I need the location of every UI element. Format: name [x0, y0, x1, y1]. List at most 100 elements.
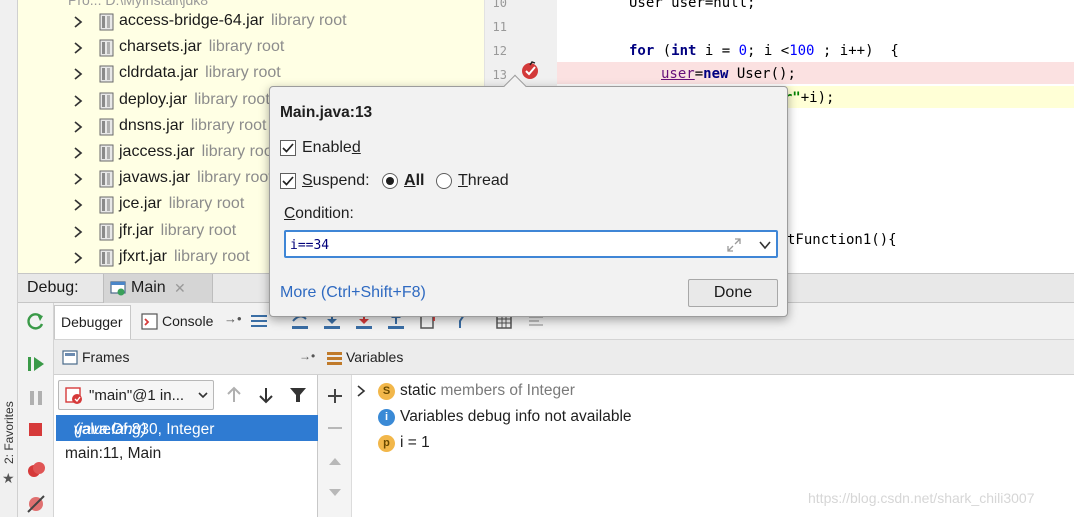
resume-icon[interactable]: [25, 353, 47, 375]
run-config-tab-main[interactable]: Main ✕: [103, 274, 213, 303]
condition-field[interactable]: [284, 230, 778, 258]
breakpoint-icon[interactable]: [520, 61, 540, 81]
menu-icon[interactable]: [249, 311, 269, 331]
chevron-right-icon[interactable]: [356, 385, 366, 397]
line-number: 13: [492, 68, 507, 82]
add-watch-icon[interactable]: [326, 387, 344, 405]
tab-debugger-label: Debugger: [61, 314, 123, 330]
line-number: 10: [492, 0, 507, 10]
chevron-right-icon[interactable]: [71, 94, 85, 108]
pin-icon[interactable]: →•: [224, 311, 242, 326]
variable-text: static members of Integer: [400, 382, 575, 399]
variable-text: Variables debug info not available: [400, 408, 632, 425]
debug-left-toolbar: [18, 303, 54, 517]
move-down-icon[interactable]: [326, 483, 344, 501]
variables-title: Variables: [346, 349, 404, 365]
chevron-right-icon[interactable]: [71, 198, 85, 212]
tree-item-label: dnsns.jar library root: [119, 116, 267, 134]
breakpoint-popup: Main.java:13 Enabled Suspend: All Thread…: [269, 74, 788, 317]
move-up-icon[interactable]: [326, 453, 344, 471]
expand-icon[interactable]: [726, 237, 742, 253]
run-tab-label: Main: [131, 279, 166, 296]
tree-top-row[interactable]: Pro... D:\MyInstall\jdk8: [68, 0, 208, 8]
variable-row[interactable]: p i = 1: [352, 431, 1072, 457]
remove-watch-icon[interactable]: [326, 419, 344, 437]
code-line-bottom: tFunction1(){: [787, 232, 897, 248]
thread-select[interactable]: "main"@1 in...: [58, 380, 214, 410]
chevron-right-icon[interactable]: [71, 146, 85, 160]
more-link[interactable]: More (Ctrl+Shift+F8): [280, 284, 426, 302]
tree-item[interactable]: access-bridge-64.jar library root: [18, 10, 484, 36]
jar-icon: [99, 144, 114, 162]
frame-row[interactable]: valueOf:830, Integer (java.lang): [56, 415, 318, 441]
favorites-label: 2: Favorites: [2, 401, 16, 464]
close-icon[interactable]: ✕: [174, 280, 186, 297]
popup-title: Main.java:13: [280, 104, 373, 121]
rerun-icon[interactable]: [25, 311, 47, 333]
variable-row[interactable]: i Variables debug info not available: [352, 405, 1072, 431]
breakpoint-line-highlight: [557, 62, 1074, 84]
chevron-right-icon[interactable]: [71, 120, 85, 134]
jar-icon: [99, 118, 114, 136]
favorites-tab[interactable]: 2: Favorites: [1, 395, 17, 465]
favorites-strip: 2: Favorites ★: [0, 0, 18, 517]
jar-icon: [99, 170, 114, 188]
primitive-icon: p: [378, 435, 395, 452]
tree-item-label: jce.jar library root: [119, 195, 245, 213]
jar-icon: [99, 92, 114, 110]
variable-row[interactable]: S static members of Integer: [352, 379, 1072, 405]
arrow-down-icon[interactable]: [256, 384, 276, 406]
suspend-checkbox[interactable]: [280, 173, 296, 189]
jar-icon: [99, 196, 114, 214]
thread-icon: [65, 387, 82, 404]
mute-breakpoints-icon[interactable]: [25, 493, 47, 515]
suspend-label[interactable]: Suspend:: [302, 172, 370, 190]
frames-pane: Frames →• "main"@1 in... valueOf:830, In…: [54, 340, 318, 517]
code-line-13: user=new User();: [661, 66, 796, 82]
suspend-all-label[interactable]: All: [404, 172, 424, 190]
filter-icon[interactable]: [288, 384, 308, 406]
tab-debugger[interactable]: Debugger: [54, 305, 131, 339]
pause-icon[interactable]: [25, 387, 47, 409]
chevron-right-icon[interactable]: [71, 15, 85, 29]
stop-icon[interactable]: [25, 419, 47, 441]
tree-item-label: jfxrt.jar library root: [119, 247, 250, 265]
done-button[interactable]: Done: [688, 279, 778, 307]
chevron-down-icon[interactable]: [758, 239, 772, 251]
chevron-right-icon[interactable]: [71, 67, 85, 81]
arrow-up-icon[interactable]: [224, 384, 244, 406]
suspend-all-radio[interactable]: [382, 173, 398, 189]
tab-console[interactable]: Console →•: [136, 305, 242, 339]
chevron-right-icon[interactable]: [71, 172, 85, 186]
star-icon[interactable]: ★: [2, 470, 15, 487]
code-line-12: for (int i = 0; i <100 ; i++) {: [629, 43, 899, 59]
console-icon: [141, 313, 158, 330]
view-breakpoints-icon[interactable]: [25, 459, 47, 481]
jar-icon: [99, 249, 114, 267]
tree-item-label: jfr.jar library root: [119, 221, 237, 239]
tree-item[interactable]: charsets.jar library root: [18, 36, 484, 62]
chevron-right-icon[interactable]: [71, 225, 85, 239]
tree-item-label: javaws.jar library root: [119, 169, 273, 187]
chevron-right-icon[interactable]: [71, 41, 85, 55]
enabled-checkbox[interactable]: [280, 140, 296, 156]
line-number: 11: [492, 20, 507, 34]
frame-method: main:11, Main: [65, 445, 162, 462]
tree-item[interactable]: cldrdata.jar library root: [18, 62, 484, 88]
jar-icon: [99, 223, 114, 241]
static-icon: S: [378, 383, 395, 400]
pin-icon[interactable]: →•: [299, 349, 315, 363]
tree-item-label: cldrdata.jar library root: [119, 64, 281, 82]
suspend-thread-label[interactable]: Thread: [458, 172, 509, 190]
jar-icon: [99, 65, 114, 83]
debug-title: Debug:: [27, 279, 79, 296]
variables-icon: [327, 352, 342, 365]
condition-input[interactable]: [290, 236, 710, 254]
enabled-label[interactable]: Enabled: [302, 139, 361, 157]
suspend-thread-radio[interactable]: [436, 173, 452, 189]
code-line-10: User user=null;: [629, 0, 756, 11]
frames-title: Frames: [82, 349, 130, 365]
chevron-right-icon[interactable]: [71, 251, 85, 265]
frames-header: Frames →•: [54, 340, 318, 375]
frame-row[interactable]: main:11, Main: [56, 442, 318, 468]
